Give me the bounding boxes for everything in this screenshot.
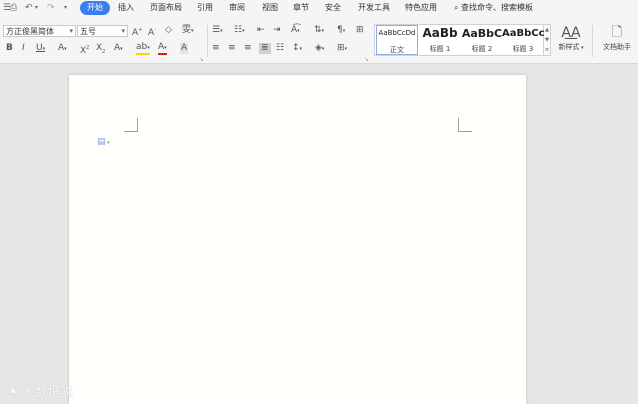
distributed-align-icon[interactable]: ☷ — [276, 43, 284, 54]
tab-developer-tools[interactable]: 开发工具 — [358, 3, 390, 13]
decrease-font-size-icon[interactable]: A- — [148, 25, 156, 39]
tab-insert[interactable]: 插入 — [118, 3, 134, 13]
styles-gallery-scroller[interactable]: ▲ ▼ ≡ — [544, 24, 551, 56]
document-helper-label: 文档助手 — [603, 43, 631, 51]
divider — [592, 25, 593, 57]
align-justify-icon[interactable]: ≣ — [259, 43, 271, 54]
undo-dropdown-icon[interactable]: ▾ — [35, 3, 38, 13]
table-icon[interactable]: ⊞ — [356, 25, 364, 36]
font-color-icon[interactable]: A▾ — [158, 43, 167, 55]
tab-references[interactable]: 引用 — [197, 3, 213, 13]
command-search[interactable]: ⌕ 查找命令、搜索模板 — [454, 3, 533, 13]
menu-bar: ☰ ⎙ ↶ ▾ ↷ ▾ 开始 插入 页面布局 引用 审阅 视图 章节 安全 开发… — [0, 0, 638, 16]
print-preview-icon[interactable]: ⎙ — [10, 3, 17, 13]
margin-corner-right — [458, 118, 472, 132]
numbered-list-icon[interactable]: ☷▾ — [234, 25, 245, 37]
highlight-color-icon[interactable]: ab▾ — [136, 43, 150, 55]
watermark-text: 大数据说 — [22, 385, 75, 399]
document-page[interactable]: ▤ ▾ — [69, 75, 526, 404]
subscript-icon[interactable]: X2 — [96, 43, 105, 58]
italic-icon[interactable]: I — [22, 43, 25, 54]
font-size-select[interactable]: 五号 ▾ — [77, 25, 128, 37]
align-right-icon[interactable]: ≡ — [244, 43, 252, 54]
new-style-label: 新样式 — [558, 43, 580, 51]
phonetic-guide-icon[interactable]: 雯▾ — [182, 25, 194, 37]
superscript-icon[interactable]: X2 — [80, 43, 89, 57]
text-direction-icon[interactable]: A͡▾ — [291, 25, 300, 37]
quick-access-dropdown-icon[interactable]: ▾ — [64, 3, 67, 13]
style-normal[interactable]: AaBbCcDd 正文 — [376, 25, 418, 55]
text-effect-icon[interactable]: A▾ — [114, 43, 123, 55]
new-style-button[interactable]: A͟A 新样式 ▾ — [555, 25, 587, 52]
divider — [207, 25, 208, 57]
chevron-up-icon[interactable]: ▲ — [544, 25, 550, 35]
tab-review[interactable]: 审阅 — [229, 3, 245, 13]
style-heading-1[interactable]: AaBb 标题 1 — [419, 25, 461, 55]
document-helper-icon: 🗋 — [611, 25, 623, 40]
clear-format-icon[interactable]: ◇ — [165, 25, 172, 36]
font-name-value: 方正俊黑简体 — [6, 27, 54, 36]
styles-gallery: AaBbCcDd 正文 AaBb 标题 1 AaBbC 标题 2 AaBbCc … — [374, 24, 544, 56]
shading-icon[interactable]: ◈▾ — [315, 43, 324, 55]
paragraph-dialog-launcher-icon[interactable]: ↘ — [364, 56, 369, 63]
search-icon: ⌕ — [454, 3, 459, 12]
new-style-icon: A͟A — [561, 25, 581, 41]
style-heading-3[interactable]: AaBbCc 标题 3 — [502, 25, 544, 55]
watermark: ◔ 大数据说 — [6, 383, 74, 400]
margin-corner-left — [124, 118, 138, 132]
align-center-icon[interactable]: ≡ — [228, 43, 236, 54]
sort-icon[interactable]: ⇅▾ — [314, 25, 324, 37]
more-icon[interactable]: ≡ — [544, 45, 550, 55]
chevron-down-icon[interactable]: ▼ — [544, 35, 550, 45]
tab-view[interactable]: 视图 — [262, 3, 278, 13]
document-helper-button[interactable]: 🗋 文档助手 — [598, 25, 636, 52]
increase-font-size-icon[interactable]: A+ — [132, 25, 142, 39]
align-left-icon[interactable]: ≡ — [212, 43, 220, 54]
font-name-select[interactable]: 方正俊黑简体 ▾ — [3, 25, 76, 37]
font-dialog-launcher-icon[interactable]: ↘ — [199, 56, 204, 63]
tab-section[interactable]: 章节 — [293, 3, 309, 13]
tab-security[interactable]: 安全 — [325, 3, 341, 13]
show-hide-marks-icon[interactable]: ¶▾ — [337, 25, 345, 37]
decrease-indent-icon[interactable]: ⇤ — [257, 25, 265, 36]
font-size-value: 五号 — [80, 27, 96, 36]
line-spacing-icon[interactable]: ↕▾ — [292, 43, 302, 55]
tab-special-apps[interactable]: 特色应用 — [405, 3, 437, 13]
ribbon-toolbar: 方正俊黑简体 ▾ 五号 ▾ A+ A- ◇ 雯▾ ☰▾ ☷▾ ⇤ ⇥ A͡▾ ⇅… — [0, 16, 638, 64]
style-heading-2[interactable]: AaBbC 标题 2 — [461, 25, 503, 55]
character-shading-icon[interactable]: A — [180, 43, 189, 54]
redo-icon[interactable]: ↷ — [47, 3, 55, 13]
chevron-down-icon: ▾ — [121, 27, 125, 35]
paste-options-icon[interactable]: ▤ ▾ — [97, 137, 110, 148]
underline-icon[interactable]: U▾ — [36, 43, 45, 55]
tab-page-layout[interactable]: 页面布局 — [150, 3, 182, 13]
chevron-down-icon: ▾ — [69, 27, 73, 35]
borders-icon[interactable]: ⊞▾ — [337, 43, 347, 55]
undo-icon[interactable]: ↶ — [25, 3, 33, 13]
strikethrough-icon[interactable]: A▾ — [58, 43, 67, 55]
command-search-label: 查找命令、搜索模板 — [461, 3, 534, 12]
increase-indent-icon[interactable]: ⇥ — [273, 25, 281, 36]
tab-start[interactable]: 开始 — [80, 1, 110, 15]
bold-icon[interactable]: B — [6, 43, 13, 54]
bullet-list-icon[interactable]: ☰▾ — [212, 25, 223, 37]
watermark-logo-icon: ◔ — [6, 385, 18, 399]
